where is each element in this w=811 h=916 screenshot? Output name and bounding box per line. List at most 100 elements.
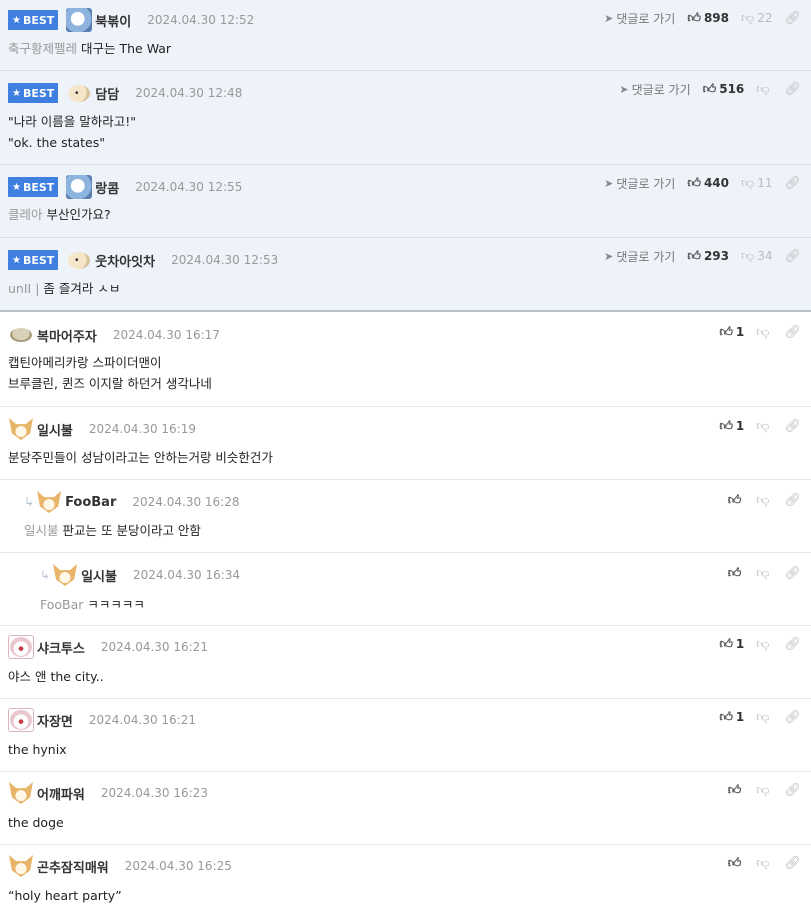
link-icon[interactable]: 🔗︎	[784, 637, 801, 652]
thumbs-down-icon: 👎︎	[756, 418, 770, 434]
thumbs-up-icon: 👍︎	[727, 782, 742, 798]
comment: 샤크투스 2024.04.30 16:21 👍︎ 1 👎︎ 🔗︎ 야스 앤 the…	[0, 626, 811, 699]
comment: 곤추잠직매워 2024.04.30 16:25 👍︎ 👎︎ 🔗︎ “holy h…	[0, 845, 811, 916]
reply-arrow-icon: ↳	[24, 495, 35, 509]
goto-comment-link[interactable]: ➤ 댓글로 가기	[604, 10, 675, 27]
best-badge: ★ BEST	[8, 177, 59, 197]
goto-comment-link[interactable]: ➤ 댓글로 가기	[604, 175, 675, 192]
comment-body: 축구황제펠레 대구는 The War	[8, 41, 172, 56]
mention[interactable]: 축구황제펠레	[8, 41, 77, 56]
nickname[interactable]: 자장면	[37, 711, 73, 730]
link-icon[interactable]: 🔗︎	[784, 710, 801, 725]
arrow-icon: ➤	[604, 11, 614, 25]
nickname[interactable]: 웃차아잇차	[95, 251, 155, 270]
dislike-button[interactable]: 👎︎	[756, 566, 772, 581]
best-badge: ★ BEST	[8, 83, 59, 103]
thumbs-down-icon: 👎︎	[756, 636, 770, 652]
like-button[interactable]: 👍︎ 1	[719, 419, 744, 434]
goto-comment-link[interactable]: ➤ 댓글로 가기	[619, 81, 690, 98]
comment-body: 야스 앤 the city..	[8, 669, 104, 684]
like-button[interactable]: 👍︎	[728, 856, 745, 871]
link-icon[interactable]: 🔗︎	[784, 176, 801, 191]
best-comment: ★ BEST 담담 2024.04.30 12:48 ➤ 댓글로 가기 👍︎ 516 …	[0, 71, 811, 165]
like-button[interactable]: 👍︎ 1	[719, 710, 744, 725]
star-icon: ★	[12, 254, 21, 266]
like-button[interactable]: 👍︎ 898	[687, 11, 729, 26]
nickname[interactable]: 복마어주자	[37, 326, 97, 345]
avatar[interactable]	[66, 8, 93, 32]
link-icon[interactable]: 🔗︎	[784, 493, 801, 508]
avatar[interactable]	[8, 781, 34, 805]
like-button[interactable]: 👍︎ 293	[687, 249, 729, 264]
like-button[interactable]: 👍︎ 516	[703, 82, 745, 97]
comment-date: 2024.04.30 16:23	[100, 786, 208, 800]
nickname[interactable]: 샤크투스	[37, 638, 85, 657]
thumbs-down-icon: 👎︎	[756, 782, 770, 798]
best-comment: ★ BEST 북볶이 2024.04.30 12:52 ➤ 댓글로 가기 👍︎ 898…	[0, 0, 811, 71]
comment-date: 2024.04.30 16:21	[88, 713, 196, 727]
dislike-button[interactable]: 👎︎	[756, 783, 772, 798]
avatar[interactable]	[8, 635, 34, 659]
dislike-button[interactable]: 👎︎	[756, 493, 772, 508]
nickname[interactable]: 곤추잠직매워	[37, 857, 109, 876]
nickname[interactable]: 북볶이	[95, 11, 131, 30]
dislike-button[interactable]: 👎︎ 11	[741, 176, 772, 191]
mention[interactable]: unII |	[8, 281, 39, 296]
avatar[interactable]	[8, 708, 34, 732]
mention[interactable]: 일시불	[24, 523, 59, 538]
link-icon[interactable]: 🔗︎	[784, 419, 801, 434]
avatar[interactable]	[66, 175, 93, 199]
thumbs-up-icon: 👍︎	[719, 418, 733, 434]
like-button[interactable]: 👍︎	[728, 493, 745, 508]
avatar[interactable]	[36, 490, 62, 514]
best-badge: ★ BEST	[8, 250, 59, 270]
comment: 자장면 2024.04.30 16:21 👍︎ 1 👎︎ 🔗︎ the hynix	[0, 699, 811, 772]
nickname[interactable]: 담담	[95, 84, 119, 103]
link-icon[interactable]: 🔗︎	[784, 783, 801, 798]
link-icon[interactable]: 🔗︎	[784, 856, 801, 871]
dislike-button[interactable]: 👎︎ 34	[741, 249, 772, 264]
dislike-button[interactable]: 👎︎	[756, 82, 772, 97]
comment: 어깨파워 2024.04.30 16:23 👍︎ 👎︎ 🔗︎ the doge	[0, 772, 811, 845]
comment-body: unII | 좀 즐겨라 ㅅㅂ	[8, 281, 121, 296]
avatar[interactable]	[66, 81, 92, 105]
avatar[interactable]	[8, 417, 34, 441]
like-button[interactable]: 👍︎ 440	[687, 176, 729, 191]
like-button[interactable]: 👍︎ 1	[719, 637, 744, 652]
thumbs-up-icon: 👍︎	[687, 10, 701, 26]
dislike-button[interactable]: 👎︎	[756, 419, 772, 434]
comment-date: 2024.04.30 12:48	[135, 86, 243, 100]
comment-body: the doge	[8, 815, 64, 830]
nickname[interactable]: FooBar	[65, 495, 116, 510]
dislike-button[interactable]: 👎︎	[756, 710, 772, 725]
star-icon: ★	[12, 87, 21, 99]
best-comment: ★ BEST 랑콤 2024.04.30 12:55 ➤ 댓글로 가기 👍︎ 440 …	[0, 165, 811, 238]
star-icon: ★	[12, 181, 21, 193]
reply-arrow-icon: ↳	[40, 568, 51, 582]
avatar[interactable]	[66, 248, 92, 272]
like-button[interactable]: 👍︎	[728, 783, 745, 798]
like-button[interactable]: 👍︎ 1	[719, 325, 744, 340]
dislike-button[interactable]: 👎︎	[756, 856, 772, 871]
mention[interactable]: FooBar	[40, 597, 83, 612]
like-button[interactable]: 👍︎	[728, 566, 745, 581]
link-icon[interactable]: 🔗︎	[784, 249, 801, 264]
goto-comment-link[interactable]: ➤ 댓글로 가기	[604, 248, 675, 265]
dislike-button[interactable]: 👎︎ 22	[741, 11, 772, 26]
link-icon[interactable]: 🔗︎	[784, 566, 801, 581]
nickname[interactable]: 일시불	[81, 566, 117, 585]
dislike-button[interactable]: 👎︎	[756, 325, 772, 340]
link-icon[interactable]: 🔗︎	[784, 82, 801, 97]
best-comment: ★ BEST 웃차아잇차 2024.04.30 12:53 ➤ 댓글로 가기 👍︎ 2…	[0, 238, 811, 312]
link-icon[interactable]: 🔗︎	[784, 325, 801, 340]
nickname[interactable]: 어깨파워	[37, 784, 85, 803]
link-icon[interactable]: 🔗︎	[784, 11, 801, 26]
mention[interactable]: 클레아	[8, 207, 43, 222]
nickname[interactable]: 일시불	[37, 420, 73, 439]
avatar[interactable]	[8, 323, 34, 347]
avatar[interactable]	[8, 854, 34, 878]
avatar[interactable]	[52, 563, 78, 587]
nickname[interactable]: 랑콤	[95, 178, 119, 197]
dislike-button[interactable]: 👎︎	[756, 637, 772, 652]
thumbs-down-icon: 👎︎	[756, 565, 770, 581]
